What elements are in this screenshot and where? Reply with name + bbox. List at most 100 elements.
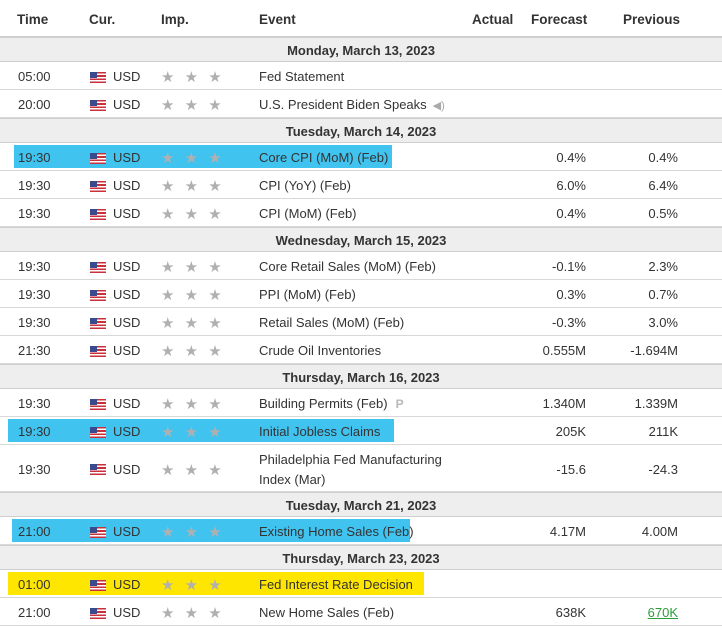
economic-calendar-table: Time Cur. Imp. Event Actual Forecast Pre…	[0, 0, 722, 626]
event-time: 19:30	[18, 462, 51, 477]
table-body: Monday, March 13, 2023 05:00 USD ★ ★ ★ Fed S…	[0, 37, 722, 626]
event-name[interactable]: New Home Sales (Feb)	[259, 605, 394, 620]
importance-stars-icon: ★ ★ ★	[161, 178, 225, 195]
event-name-link[interactable]: Retail Sales (MoM) (Feb)	[259, 315, 404, 330]
event-currency: USD	[113, 259, 141, 274]
event-currency: USD	[113, 97, 141, 112]
event-row[interactable]: 05:00 USD ★ ★ ★ Fed Statement	[0, 62, 722, 90]
event-row[interactable]: 19:30 USD ★ ★ ★ Philadelphia Fed Manufactur…	[0, 445, 722, 492]
col-time-header[interactable]: Time	[17, 12, 48, 27]
event-row[interactable]: 19:30 USD ★ ★ ★ PPI (MoM) (Feb) 0.3% 0.7%	[0, 280, 722, 308]
day-label: Monday, March 13, 2023	[287, 43, 435, 58]
event-forecast: -0.3%	[552, 315, 586, 330]
event-row[interactable]: 19:30 USD ★ ★ ★ Building Permits (Feb) P 1.34…	[0, 389, 722, 417]
event-name-link[interactable]: Philadelphia Fed Manufacturing Index (Ma…	[259, 450, 459, 490]
event-forecast: 0.4%	[556, 150, 586, 165]
importance-stars-icon: ★ ★ ★	[161, 206, 225, 223]
event-forecast: 0.4%	[556, 206, 586, 221]
us-flag-icon	[90, 580, 106, 591]
event-name-link[interactable]: CPI (YoY) (Feb)	[259, 178, 351, 193]
event-row[interactable]: 19:30 USD ★ ★ ★ Retail Sales (MoM) (Feb) -0.…	[0, 308, 722, 336]
event-name-link[interactable]: Fed Interest Rate Decision	[259, 577, 413, 592]
us-flag-icon	[90, 72, 106, 83]
col-event-header[interactable]: Event	[259, 12, 296, 27]
event-time: 19:30	[18, 315, 51, 330]
col-actual-header[interactable]: Actual	[472, 12, 513, 27]
event-forecast: 638K	[555, 605, 586, 620]
event-name[interactable]: CPI (YoY) (Feb)	[259, 178, 351, 193]
event-currency: USD	[113, 343, 141, 358]
event-name[interactable]: U.S. President Biden Speaks	[259, 97, 427, 112]
event-time: 21:30	[18, 343, 51, 358]
event-row[interactable]: 19:30 USD ★ ★ ★ Core CPI (MoM) (Feb) 0.4% 0.4…	[0, 143, 722, 171]
event-row[interactable]: 19:30 USD ★ ★ ★ CPI (MoM) (Feb) 0.4% 0.5%	[0, 199, 722, 227]
event-previous[interactable]: 670K	[648, 605, 678, 620]
event-time: 05:00	[18, 69, 51, 84]
event-time: 19:30	[18, 287, 51, 302]
event-name-link[interactable]: Initial Jobless Claims	[259, 424, 380, 439]
importance-stars-icon: ★ ★ ★	[161, 462, 225, 479]
event-name[interactable]: Fed Statement	[259, 69, 344, 84]
event-name[interactable]: Core CPI (MoM) (Feb)	[259, 150, 388, 165]
importance-stars-icon: ★ ★ ★	[161, 343, 225, 360]
event-forecast: 0.3%	[556, 287, 586, 302]
event-row[interactable]: 21:00 USD ★ ★ ★ Existing Home Sales (Feb) 4.…	[0, 517, 722, 545]
us-flag-icon	[90, 464, 106, 475]
event-name[interactable]: Existing Home Sales (Feb)	[259, 524, 414, 539]
event-name[interactable]: Crude Oil Inventories	[259, 343, 381, 358]
event-currency: USD	[113, 69, 141, 84]
event-row[interactable]: 21:00 USD ★ ★ ★ New Home Sales (Feb) 638K 670…	[0, 598, 722, 626]
event-row[interactable]: 19:30 USD ★ ★ ★ Initial Jobless Claims 205K 2…	[0, 417, 722, 445]
event-name-link[interactable]: PPI (MoM) (Feb)	[259, 287, 356, 302]
importance-stars-icon: ★ ★ ★	[161, 396, 225, 413]
event-name-link[interactable]: New Home Sales (Feb)	[259, 605, 394, 620]
us-flag-icon	[90, 100, 106, 111]
us-flag-icon	[90, 318, 106, 329]
event-previous: 2.3%	[648, 259, 678, 274]
us-flag-icon	[90, 427, 106, 438]
col-importance-header[interactable]: Imp.	[161, 12, 189, 27]
day-separator-row: Monday, March 13, 2023	[0, 37, 722, 62]
importance-stars-icon: ★ ★ ★	[161, 97, 225, 114]
event-name-link[interactable]: CPI (MoM) (Feb)	[259, 206, 357, 221]
col-forecast-header[interactable]: Forecast	[531, 12, 587, 27]
event-name-link[interactable]: Core Retail Sales (MoM) (Feb)	[259, 259, 436, 274]
event-name[interactable]: Core Retail Sales (MoM) (Feb)	[259, 259, 436, 274]
day-label: Thursday, March 16, 2023	[282, 370, 440, 385]
event-time: 20:00	[18, 97, 51, 112]
event-name-link[interactable]: U.S. President Biden Speaks ◀)	[259, 97, 445, 112]
event-name-link[interactable]: Existing Home Sales (Feb)	[259, 524, 414, 539]
event-name-link[interactable]: Crude Oil Inventories	[259, 343, 381, 358]
event-row[interactable]: 21:30 USD ★ ★ ★ Crude Oil Inventories 0.555M…	[0, 336, 722, 364]
col-currency-header[interactable]: Cur.	[89, 12, 115, 27]
event-name[interactable]: Building Permits (Feb)	[259, 396, 388, 411]
event-name-link[interactable]: Core CPI (MoM) (Feb)	[259, 150, 388, 165]
day-separator-row: Tuesday, March 21, 2023	[0, 492, 722, 517]
event-row[interactable]: 19:30 USD ★ ★ ★ Core Retail Sales (MoM) (Fe…	[0, 252, 722, 280]
us-flag-icon	[90, 181, 106, 192]
us-flag-icon	[90, 527, 106, 538]
event-name[interactable]: CPI (MoM) (Feb)	[259, 206, 357, 221]
event-time: 19:30	[18, 150, 51, 165]
event-name[interactable]: Fed Interest Rate Decision	[259, 577, 413, 592]
event-name[interactable]: Philadelphia Fed Manufacturing Index (Ma…	[259, 452, 442, 487]
preliminary-badge-icon: P	[395, 397, 404, 411]
event-name[interactable]: Initial Jobless Claims	[259, 424, 380, 439]
us-flag-icon	[90, 399, 106, 410]
importance-stars-icon: ★ ★ ★	[161, 315, 225, 332]
day-label: Tuesday, March 21, 2023	[285, 498, 437, 513]
event-name[interactable]: PPI (MoM) (Feb)	[259, 287, 356, 302]
col-previous-header[interactable]: Previous	[623, 12, 680, 27]
event-time: 21:00	[18, 605, 51, 620]
event-row[interactable]: 20:00 USD ★ ★ ★ U.S. President Biden Speaks…	[0, 90, 722, 118]
event-name[interactable]: Retail Sales (MoM) (Feb)	[259, 315, 404, 330]
day-separator-row: Wednesday, March 15, 2023	[0, 227, 722, 252]
event-name-link[interactable]: Building Permits (Feb) P	[259, 396, 404, 411]
event-name-link[interactable]: Fed Statement	[259, 69, 344, 84]
event-time: 19:30	[18, 206, 51, 221]
us-flag-icon	[90, 290, 106, 301]
event-row[interactable]: 01:00 USD ★ ★ ★ Fed Interest Rate Decision	[0, 570, 722, 598]
event-previous: 0.7%	[648, 287, 678, 302]
event-row[interactable]: 19:30 USD ★ ★ ★ CPI (YoY) (Feb) 6.0% 6.4%	[0, 171, 722, 199]
event-currency: USD	[113, 396, 141, 411]
